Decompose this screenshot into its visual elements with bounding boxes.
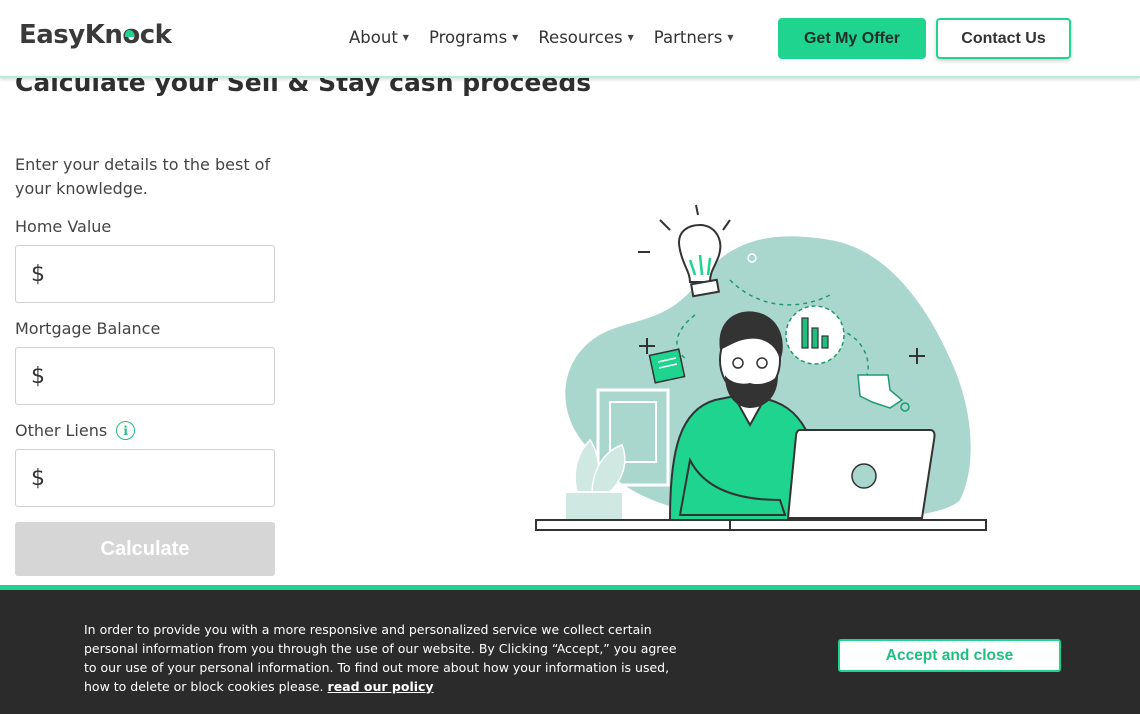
accept-and-close-button[interactable]: Accept and close bbox=[838, 639, 1061, 672]
cookie-banner: In order to provide you with a more resp… bbox=[0, 585, 1140, 714]
mortgage-balance-label-text: Mortgage Balance bbox=[15, 319, 161, 338]
currency-symbol: $ bbox=[31, 261, 45, 287]
nav-partners[interactable]: Partners ▼ bbox=[654, 28, 734, 47]
site-header: EasyKnock About ▼ Programs ▼ Resources ▼… bbox=[0, 0, 1140, 78]
caret-down-icon: ▼ bbox=[627, 33, 634, 42]
home-value-label: Home Value bbox=[15, 217, 111, 236]
cookie-message: In order to provide you with a more resp… bbox=[84, 620, 684, 696]
other-liens-label: Other Liens i bbox=[15, 421, 136, 440]
caret-down-icon: ▼ bbox=[402, 33, 409, 42]
home-value-field[interactable]: $ bbox=[15, 245, 277, 303]
nav-programs-label: Programs bbox=[428, 28, 508, 47]
home-value-input[interactable] bbox=[45, 246, 277, 302]
other-liens-field[interactable]: $ bbox=[15, 449, 277, 507]
form-intro: Enter your details to the best of your k… bbox=[15, 155, 271, 198]
currency-symbol: $ bbox=[31, 465, 45, 491]
nav-programs[interactable]: Programs ▼ bbox=[429, 28, 518, 47]
logo-prefix: EasyKn bbox=[19, 20, 123, 50]
easyknock-logo[interactable]: EasyKnock bbox=[19, 20, 172, 50]
logo-suffix: ck bbox=[139, 20, 172, 50]
caret-down-icon: ▼ bbox=[727, 33, 734, 42]
other-liens-input[interactable] bbox=[45, 450, 277, 506]
nav-partners-label: Partners bbox=[653, 28, 723, 47]
home-value-label-text: Home Value bbox=[15, 217, 112, 236]
caret-down-icon: ▼ bbox=[512, 33, 519, 42]
nav-about[interactable]: About ▼ bbox=[349, 28, 409, 47]
other-liens-label-text: Other Liens bbox=[15, 421, 108, 440]
mortgage-balance-input[interactable] bbox=[45, 348, 277, 404]
man-with-laptop-illustration bbox=[535, 204, 987, 531]
mortgage-balance-label: Mortgage Balance bbox=[15, 319, 160, 338]
currency-symbol: $ bbox=[31, 363, 45, 389]
logo-house-mark: o bbox=[122, 20, 140, 50]
header-divider bbox=[0, 76, 1140, 78]
get-my-offer-button[interactable]: Get My Offer bbox=[778, 18, 926, 59]
calculate-button[interactable]: Calculate bbox=[15, 522, 275, 576]
nav-about-label: About bbox=[349, 28, 398, 47]
contact-us-button[interactable]: Contact Us bbox=[936, 18, 1071, 59]
nav-resources-label: Resources bbox=[538, 28, 623, 47]
mortgage-balance-field[interactable]: $ bbox=[15, 347, 277, 405]
info-icon[interactable]: i bbox=[116, 421, 136, 440]
read-policy-link[interactable]: read our policy bbox=[328, 679, 434, 694]
nav-resources[interactable]: Resources ▼ bbox=[538, 28, 633, 47]
main-nav: About ▼ Programs ▼ Resources ▼ Partners … bbox=[349, 28, 753, 47]
